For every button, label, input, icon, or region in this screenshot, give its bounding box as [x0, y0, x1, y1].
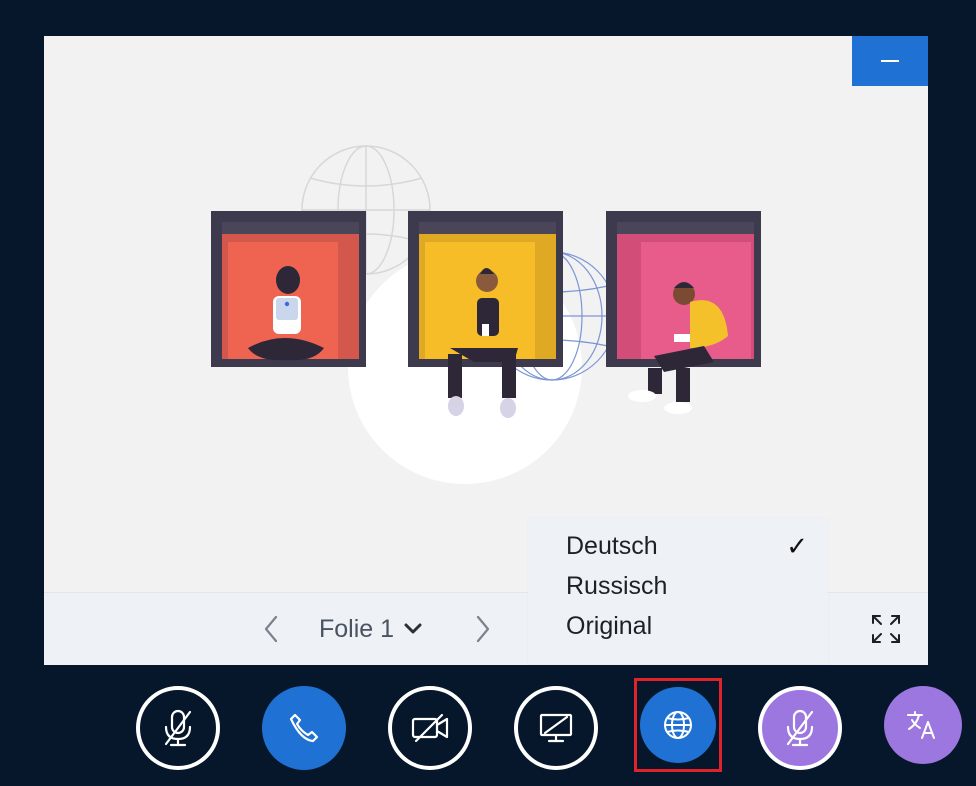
translate-icon [907, 711, 935, 739]
language-menu: Deutsch ✓ Russisch Original [528, 518, 828, 664]
slide-selector[interactable]: Folie 1 [319, 611, 422, 647]
language-option-deutsch[interactable]: Deutsch ✓ [566, 528, 816, 564]
chevron-right-icon[interactable] [470, 613, 494, 645]
microphone-off-icon [164, 709, 192, 747]
language-option-original[interactable]: Original [566, 608, 816, 644]
language-option-label: Deutsch [566, 532, 658, 560]
chevron-left-icon[interactable] [260, 613, 284, 645]
people-sitting-in-windows-illustration [211, 145, 761, 484]
chevron-down-icon [404, 623, 422, 634]
slide-label: Folie 1 [319, 614, 395, 643]
interpreter-microphone-button[interactable] [758, 686, 842, 770]
call-controls-bar [0, 670, 976, 786]
mute-microphone-button[interactable] [136, 686, 220, 770]
translate-button[interactable] [884, 686, 962, 764]
screen-share-button[interactable] [514, 686, 598, 770]
minimize-button[interactable] [852, 36, 928, 86]
language-button-highlight [634, 678, 722, 772]
language-option-label: Original [566, 612, 653, 640]
call-button[interactable] [262, 686, 346, 770]
language-button[interactable] [640, 687, 716, 763]
microphone-off-icon [786, 709, 814, 747]
camera-button[interactable] [388, 686, 472, 770]
language-option-label: Russisch [566, 572, 668, 600]
screen-share-off-icon [539, 713, 573, 743]
globe-icon [664, 711, 692, 739]
phone-icon [289, 713, 319, 743]
camera-off-icon [411, 713, 449, 743]
minimize-icon [881, 60, 899, 62]
check-icon: ✓ [786, 531, 808, 561]
language-option-russisch[interactable]: Russisch [566, 568, 816, 604]
fullscreen-icon[interactable] [870, 613, 902, 645]
